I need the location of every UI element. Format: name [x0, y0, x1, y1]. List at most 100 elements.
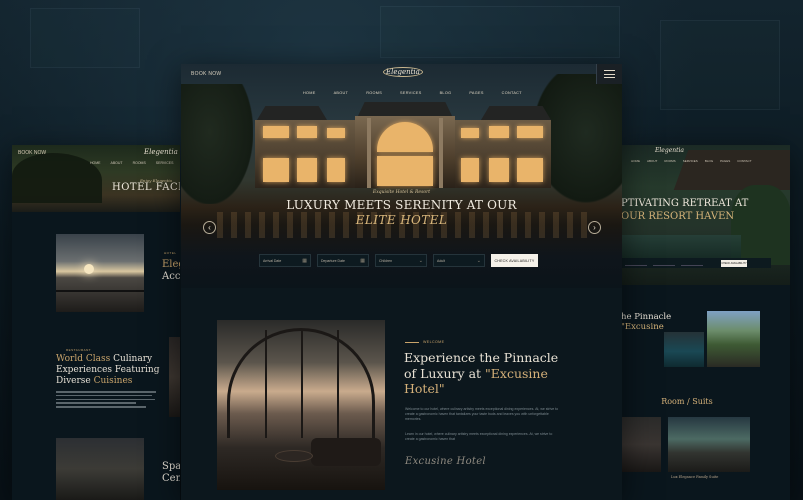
logo[interactable]: Elegentia	[655, 147, 684, 154]
welcome-kicker: WELCOME	[405, 340, 444, 344]
window-mullion	[265, 330, 267, 438]
dining-kicker: RESTAURANT	[66, 348, 92, 352]
check-availability-button[interactable]: CHECK AVAILABILITY	[491, 254, 538, 267]
room-image[interactable]	[622, 417, 661, 472]
logo[interactable]: Elegentia	[383, 67, 423, 77]
suite-image[interactable]	[668, 417, 750, 472]
hero-title-accent: OUR RESORT HAVEN	[621, 211, 735, 222]
nav-about[interactable]: ABOUT	[111, 161, 123, 165]
side-image	[169, 337, 180, 417]
check-availability-button[interactable]: CHECK AVAILABILITY	[721, 259, 747, 267]
nav-home[interactable]: HOME	[631, 159, 640, 163]
nav-pages[interactable]: PAGES	[469, 91, 483, 95]
calendar-icon: ▦	[360, 257, 365, 264]
booking-field[interactable]	[653, 261, 675, 266]
hamburger-menu-button[interactable]	[596, 64, 622, 84]
children-select[interactable]: Children ⌄	[375, 254, 427, 267]
rooms-title: Room / Suits	[661, 397, 713, 406]
dining-title-text: Diverse	[56, 376, 94, 386]
left-hero-banner: BOOK NOW Elegentia HOME ABOUT ROOMS SERV…	[12, 145, 180, 212]
main-nav: HOME ABOUT ROOMS SERVICES BLOG PAGES CON…	[631, 159, 752, 163]
room-caption[interactable]: Lux Elegance Family Suite	[671, 475, 718, 479]
nav-contact[interactable]: CONTACT	[502, 91, 522, 95]
menu-line-icon	[604, 70, 615, 72]
booking-field[interactable]	[625, 261, 647, 266]
about-paragraph: Learn in our hotel, where culinary artis…	[405, 432, 553, 441]
section-title-line: Acco	[162, 271, 180, 282]
about-paragraph: Welcome to our hotel, where culinary art…	[405, 407, 559, 421]
background-window	[660, 20, 780, 110]
chevron-down-icon: ⌄	[476, 257, 481, 264]
dining-title-accent: World Class	[56, 354, 111, 364]
section-title-line: Eleg	[162, 259, 180, 270]
left-page-mockup: BOOK NOW Elegentia HOME ABOUT ROOMS SERV…	[12, 145, 180, 500]
sun-glow	[84, 264, 94, 274]
chevron-down-icon: ⌄	[418, 257, 423, 264]
book-now-link[interactable]: BOOK NOW	[18, 150, 46, 156]
booking-form: Arrival Date ▦ Departure Date ▦ Children…	[259, 254, 538, 267]
railing	[56, 290, 144, 292]
section-title: Eleg Acco	[162, 259, 180, 283]
prev-slide-arrow-icon[interactable]: ‹	[203, 221, 216, 234]
window-mullion	[301, 330, 303, 438]
arrival-date-field[interactable]: Arrival Date ▦	[259, 254, 311, 267]
dining-title-text: Experiences Featuring	[56, 365, 160, 375]
window-mullion	[337, 330, 339, 438]
children-label: Children	[379, 258, 393, 263]
left-hero-trees	[12, 153, 102, 203]
menu-line-icon	[604, 73, 615, 75]
pinnacle-title-accent: "Excusine	[621, 322, 664, 332]
background-window	[30, 8, 140, 68]
spa-title-line: Spa	[162, 461, 180, 472]
nav-blog[interactable]: BLOG	[440, 91, 452, 95]
spa-title: Spa Cent	[162, 461, 180, 485]
nav-rooms[interactable]: ROOMS	[133, 161, 146, 165]
nav-services[interactable]: SERVICES	[156, 161, 174, 165]
menu-line-icon	[604, 76, 615, 78]
hero-title: PTIVATING RETREAT AT OUR RESORT HAVEN	[621, 197, 748, 223]
nav-services[interactable]: SERVICES	[683, 159, 698, 163]
next-slide-arrow-icon[interactable]: ›	[588, 221, 601, 234]
about-title-accent: "Excusine	[485, 365, 548, 381]
main-nav: HOME ABOUT ROOMS SERVICES	[90, 161, 173, 165]
booking-field[interactable]	[681, 261, 703, 266]
nav-services[interactable]: SERVICES	[400, 91, 422, 95]
nav-about[interactable]: ABOUT	[334, 91, 349, 95]
nav-home[interactable]: HOME	[303, 91, 316, 95]
spa-image	[56, 438, 144, 500]
hero-title: HOTEL FACILI	[112, 182, 180, 193]
arrival-date-label: Arrival Date	[263, 258, 282, 263]
nav-rooms[interactable]: ROOMS	[664, 159, 675, 163]
welcome-kicker-text: WELCOME	[423, 340, 445, 344]
dining-title: World Class Culinary Experiences Featuri…	[56, 354, 161, 387]
about-title-text: Experience the Pinnacle	[404, 350, 559, 365]
pool-image	[664, 332, 704, 367]
logo[interactable]: Elegentia	[144, 148, 178, 156]
background-window	[380, 6, 620, 58]
main-nav: HOME ABOUT ROOMS SERVICES BLOG PAGES CON…	[303, 91, 522, 95]
mansion-illustration	[217, 102, 589, 188]
nav-rooms[interactable]: ROOMS	[366, 91, 382, 95]
about-title-accent: Hotel"	[404, 381, 445, 396]
hero-title-accent: ELITE HOTEL	[355, 213, 448, 227]
book-now-link[interactable]: BOOK NOW	[191, 71, 221, 77]
section-kicker: HOTEL	[164, 251, 177, 255]
dining-title-accent: Cuisines	[93, 376, 133, 386]
center-page-mockup: BOOK NOW Elegentia HOME ABOUT ROOMS SERV…	[181, 64, 622, 500]
adult-select[interactable]: Adult ⌄	[433, 254, 485, 267]
sofa	[311, 438, 381, 466]
nav-blog[interactable]: BLOG	[705, 159, 713, 163]
departure-date-field[interactable]: Departure Date ▦	[317, 254, 369, 267]
nav-contact[interactable]: CONTACT	[737, 159, 751, 163]
right-page-mockup: Elegentia HOME ABOUT ROOMS SERVICES BLOG…	[621, 145, 790, 500]
pinnacle-title: he Pinnacle "Excusine	[621, 312, 671, 332]
about-title: Experience the Pinnacle of Luxury at "Ex…	[404, 350, 574, 397]
hero-kicker: Exquisite Hotel & Resort	[372, 190, 431, 195]
booking-bar: CHECK AVAILABILITY	[621, 258, 771, 268]
nav-pages[interactable]: PAGES	[720, 159, 730, 163]
nav-home[interactable]: HOME	[90, 161, 101, 165]
about-title-text: of Luxury at	[404, 365, 486, 381]
lounge-interior-image	[217, 320, 385, 490]
coffee-table	[275, 450, 313, 462]
nav-about[interactable]: ABOUT	[647, 159, 657, 163]
